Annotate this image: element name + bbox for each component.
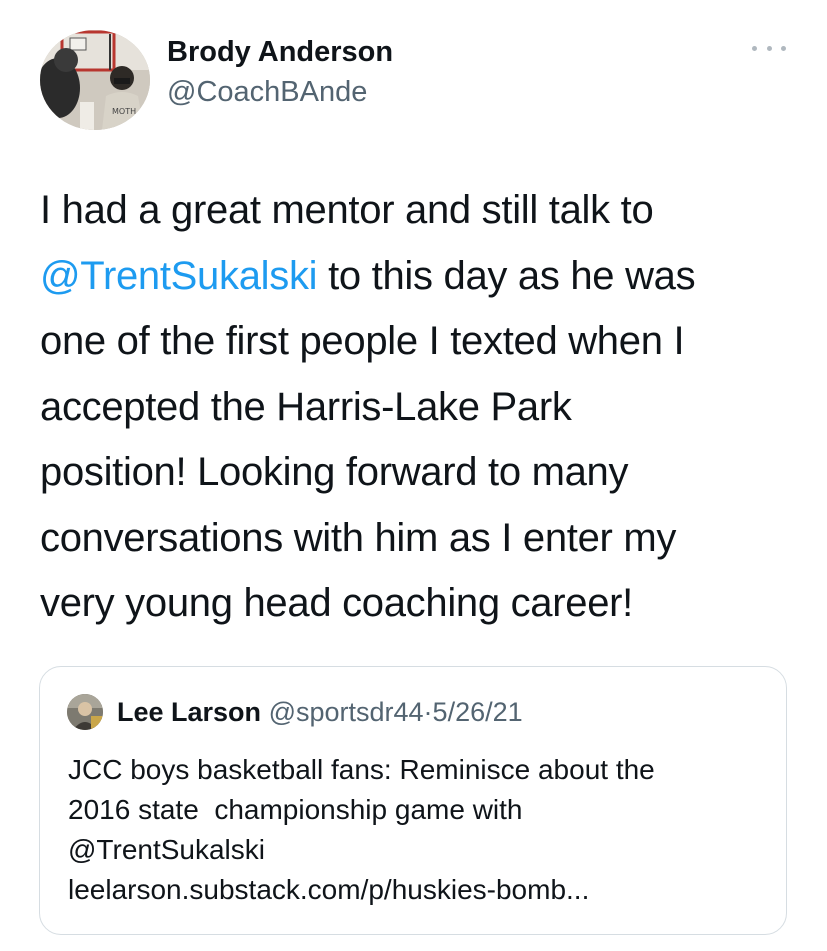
author-name[interactable]: Brody Anderson [167,36,393,69]
quoted-line: leelarson.substack.com/p/huskies-bomb... [68,874,590,905]
tweet-line: one of the first people I texted when I [40,319,685,363]
tweet-text: I had a great mentor and still talk to @… [40,178,800,637]
quoted-tweet[interactable]: Lee Larson @sportsdr44·5/26/21 JCC boys … [39,666,787,935]
tweet-line: very young head coaching career! [40,581,633,625]
quoted-line: JCC boys basketball fans: Reminisce abou… [68,754,655,785]
quoted-separator: · [423,697,433,727]
svg-text:MOTH: MOTH [112,107,136,116]
more-dot [766,45,772,51]
tweet-line-with-mention: @TrentSukalski to this day as he was [40,244,800,310]
quoted-avatar-photo [67,694,103,730]
tweet-card: MOTH Brody Anderson @CoachBAnde I had a … [0,0,827,951]
author-avatar[interactable]: MOTH [40,30,150,130]
quoted-text: JCC boys basketball fans: Reminisce abou… [68,750,768,910]
avatar-photo: MOTH [40,30,150,130]
tweet-line: I had a great mentor and still talk to [40,188,654,232]
more-dot [781,45,786,51]
tweet-line: position! Looking forward to many [40,450,629,494]
quoted-line: @TrentSukalski [68,834,265,865]
quoted-date[interactable]: 5/26/21 [433,697,523,727]
more-options-icon[interactable] [752,36,786,60]
tweet-line: accepted the Harris-Lake Park [40,384,572,429]
quoted-header: Lee Larson @sportsdr44·5/26/21 [117,697,523,728]
tweet-line-text: to this day as he was [328,253,696,298]
mention-link[interactable]: @TrentSukalski [40,254,318,298]
quoted-line: 2016 state championship game with [68,794,523,825]
quoted-author-name[interactable]: Lee Larson [117,697,261,727]
quoted-author-handle[interactable]: @sportsdr44 [269,697,424,727]
quoted-author-avatar[interactable] [67,694,103,730]
author-handle[interactable]: @CoachBAnde [167,76,367,109]
tweet-line: conversations with him as I enter my [40,515,677,560]
more-dot [752,45,757,51]
